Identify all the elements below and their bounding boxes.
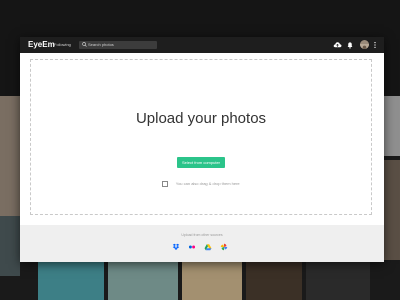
background-photo xyxy=(384,160,400,260)
background-photo xyxy=(108,262,178,300)
google-photos-icon[interactable] xyxy=(220,243,228,251)
background-photo xyxy=(384,96,400,156)
drag-drop-hint: You can also drag & drop them here xyxy=(31,175,371,187)
avatar[interactable] xyxy=(360,40,369,49)
dropbox-icon[interactable] xyxy=(172,243,180,251)
source-icons xyxy=(170,243,234,253)
notification-bell-icon[interactable] xyxy=(346,41,354,49)
upload-modal: EyeEm Following Search photos Upload you… xyxy=(20,37,384,262)
nav-following-link[interactable]: Following xyxy=(54,42,71,48)
select-from-computer-button[interactable]: Select from computer xyxy=(177,157,225,168)
upload-cloud-icon[interactable] xyxy=(333,41,342,49)
search-icon xyxy=(82,42,87,47)
background-photo xyxy=(0,216,20,276)
upload-dropzone[interactable]: Upload your photos Select from computer … xyxy=(30,59,372,215)
background-photo xyxy=(0,96,20,216)
top-navigation-bar: EyeEm Following xyxy=(20,37,384,53)
search-box[interactable] xyxy=(79,41,157,49)
eyeem-logo[interactable]: EyeEm xyxy=(28,40,55,50)
other-sources-footer: Upload from other sources xyxy=(20,225,384,262)
background-photo xyxy=(38,262,104,300)
avatar-image xyxy=(360,44,369,49)
google-drive-icon[interactable] xyxy=(204,243,212,251)
background-photo xyxy=(306,262,370,300)
search-input[interactable] xyxy=(88,42,154,48)
background-photo xyxy=(246,262,302,300)
more-vertical-icon[interactable] xyxy=(372,41,378,49)
drag-drop-text: You can also drag & drop them here xyxy=(175,180,240,186)
upload-title: Upload your photos xyxy=(135,110,267,127)
other-sources-label: Upload from other sources xyxy=(181,233,223,237)
drag-drop-icon xyxy=(162,180,169,187)
flickr-icon[interactable] xyxy=(188,243,196,251)
background-photo xyxy=(182,262,242,300)
